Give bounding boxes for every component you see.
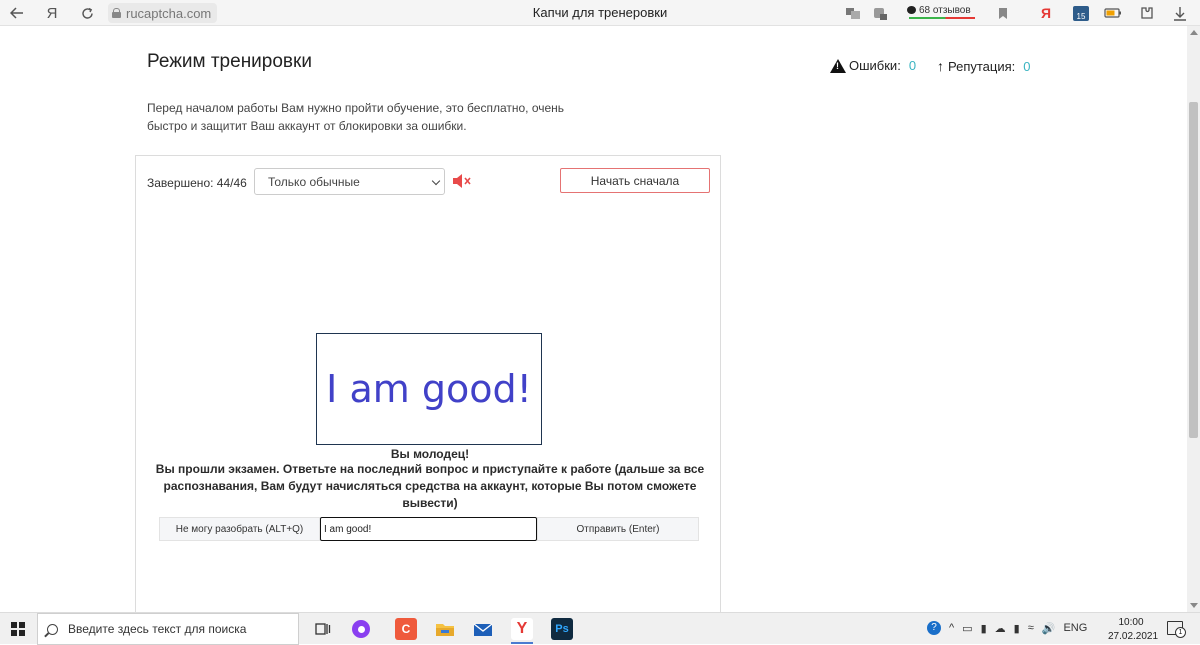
extensions-icon[interactable]: [1137, 3, 1157, 23]
scroll-down-icon[interactable]: [1190, 603, 1198, 608]
reviews-widget[interactable]: 68 отзывов: [907, 2, 971, 18]
notifications-badge: 1: [1175, 627, 1186, 638]
clock-time: 10:00: [1118, 617, 1144, 628]
cloud-icon[interactable]: ☁: [995, 622, 1006, 635]
notifications-icon[interactable]: 1: [1167, 621, 1186, 638]
errors-value: 0: [908, 58, 917, 73]
clock-date: 27.02.2021: [1108, 631, 1159, 642]
page-scrollbar[interactable]: [1187, 26, 1200, 612]
reputation-value: 0: [1023, 58, 1031, 74]
help-icon[interactable]: ?: [927, 621, 941, 635]
battery-saver-icon[interactable]: [1103, 3, 1123, 23]
system-clock[interactable]: 10:00 27.02.2021: [1108, 616, 1159, 644]
alice-assistant-icon[interactable]: [350, 618, 372, 640]
volume-icon[interactable]: 🔊: [1042, 622, 1056, 635]
battery-icon[interactable]: ▮: [1014, 622, 1020, 635]
windows-start-icon[interactable]: [11, 622, 25, 636]
browser-toolbar: Я rucaptcha.com Капчи для тренеровки 68 …: [0, 0, 1200, 26]
sound-muted-icon[interactable]: [452, 173, 474, 189]
yandex-browser-icon[interactable]: Y: [511, 618, 533, 640]
arrow-up-icon: ↑: [937, 58, 944, 74]
download-icon[interactable]: [1170, 3, 1190, 23]
reload-icon[interactable]: [77, 3, 97, 23]
calendar-icon[interactable]: 15: [1071, 3, 1091, 23]
success-message: Вы прошли экзамен. Ответьте на последний…: [155, 462, 705, 510]
c-app-icon[interactable]: C: [395, 618, 417, 640]
restart-button[interactable]: Начать сначала: [560, 168, 710, 193]
language-indicator[interactable]: ENG: [1063, 622, 1087, 634]
completed-counter: Завершено: 44/46: [147, 176, 247, 190]
task-view-icon[interactable]: [312, 618, 334, 640]
rating-bar: [909, 17, 975, 19]
tray-icons: ? ^ ▭ ▮ ☁ ▮ ≈ 🔊 ENG: [927, 621, 1087, 635]
yandex-extension-icon[interactable]: Я: [1036, 3, 1056, 23]
usb-icon[interactable]: ▮: [981, 622, 987, 635]
search-placeholder: Введите здесь текст для поиска: [68, 622, 247, 636]
warning-icon: [830, 58, 846, 73]
wifi-icon[interactable]: ≈: [1028, 622, 1034, 634]
reviews-count: 68 отзывов: [919, 4, 971, 16]
photoshop-icon[interactable]: Ps: [551, 618, 573, 640]
translate-icon[interactable]: [843, 3, 863, 23]
yandex-home-icon[interactable]: Я: [42, 3, 62, 23]
extension-badge-icon[interactable]: [870, 3, 890, 23]
file-explorer-icon[interactable]: [434, 618, 456, 640]
tab-title: Капчи для тренеровки: [532, 5, 668, 20]
back-arrow-icon[interactable]: [7, 3, 27, 23]
chevron-down-icon: [431, 176, 441, 186]
address-bar[interactable]: rucaptcha.com: [108, 3, 218, 23]
bookmark-icon[interactable]: [993, 3, 1013, 23]
taskbar-search[interactable]: Введите здесь текст для поиска: [37, 613, 299, 645]
lock-icon: [112, 8, 121, 18]
taskbar: Введите здесь текст для поиска C Y Ps ? …: [0, 612, 1200, 645]
mail-icon[interactable]: [472, 618, 494, 640]
network-icon[interactable]: ▭: [962, 622, 972, 635]
reputation-stat: ↑ Репутация: 0: [937, 58, 1031, 74]
select-value: Только обычные: [268, 174, 360, 189]
page-title: Режим тренировки: [147, 51, 312, 72]
captcha-type-select[interactable]: Только обычные: [254, 168, 445, 195]
scroll-thumb[interactable]: [1189, 102, 1198, 438]
errors-stat: Ошибки: 0: [830, 58, 916, 73]
submit-button[interactable]: Отправить (Enter): [537, 517, 699, 541]
chat-bubble-icon: [907, 6, 916, 14]
intro-text: Перед началом работы Вам нужно пройти об…: [147, 101, 565, 133]
answer-input[interactable]: [320, 517, 537, 541]
captcha-image: I am good!: [316, 333, 542, 445]
errors-label: Ошибки:: [849, 58, 901, 73]
search-icon: [47, 623, 58, 635]
reputation-label: Репутация:: [948, 58, 1016, 74]
scroll-up-icon[interactable]: [1190, 30, 1198, 35]
chevron-up-icon[interactable]: ^: [949, 622, 954, 634]
cant-read-button[interactable]: Не могу разобрать (ALT+Q): [159, 517, 320, 541]
calendar-day: 15: [1073, 5, 1089, 21]
url-text: rucaptcha.com: [126, 5, 212, 21]
